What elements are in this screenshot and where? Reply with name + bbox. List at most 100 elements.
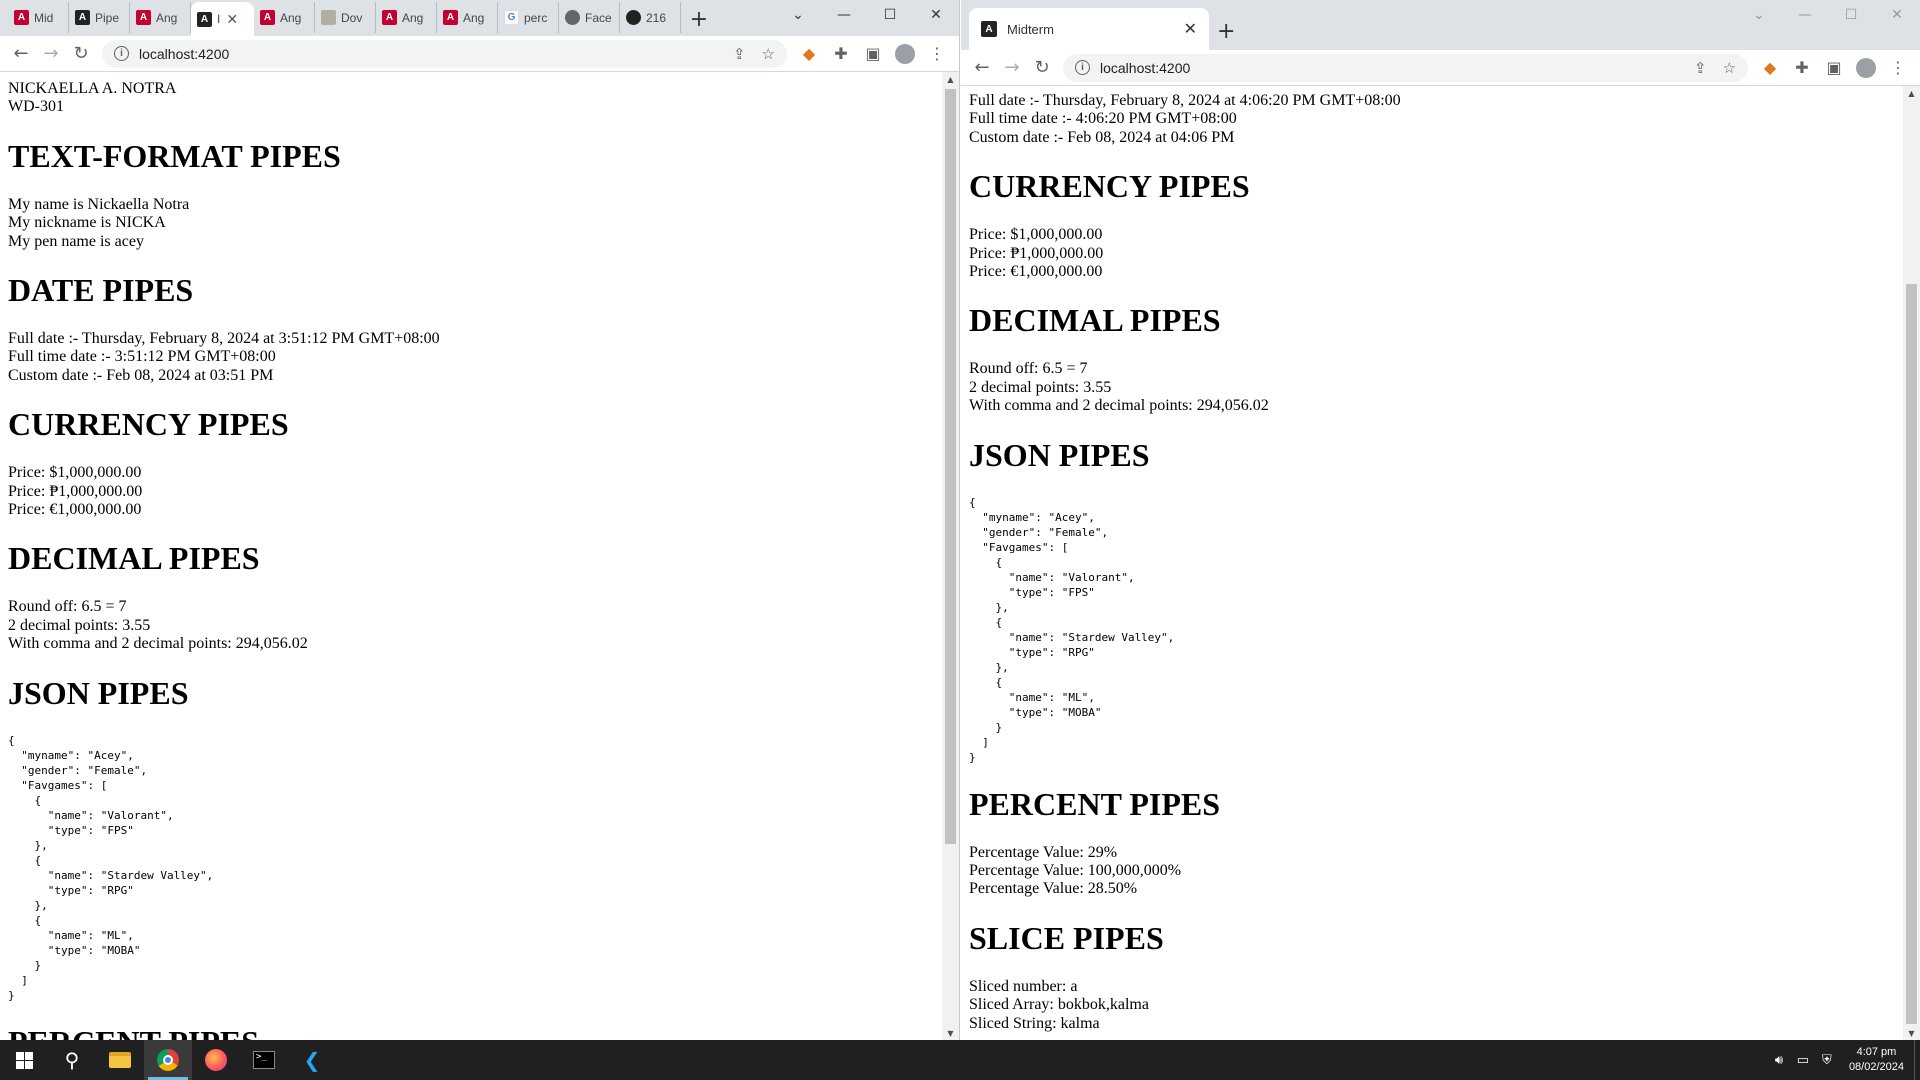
maximize-button[interactable]: ☐ xyxy=(1828,0,1874,30)
bookmark-star-icon[interactable]: ☆ xyxy=(1723,59,1736,77)
google-tab-icon: G xyxy=(504,10,519,25)
browser-tab[interactable]: A Ang xyxy=(254,2,315,33)
angular-tab-icon: A xyxy=(14,10,29,25)
close-window-button[interactable]: ✕ xyxy=(913,0,959,30)
angular-tab-icon: A xyxy=(197,11,212,27)
section-heading: CURRENCY PIPES xyxy=(969,168,1250,205)
back-button[interactable]: ← xyxy=(967,53,997,83)
bookmark-star-icon[interactable]: ☆ xyxy=(762,45,775,63)
scroll-down-arrow[interactable]: ▼ xyxy=(942,1026,959,1040)
chrome-button[interactable] xyxy=(144,1040,192,1080)
scroll-thumb[interactable] xyxy=(945,89,956,844)
new-tab-button[interactable]: + xyxy=(681,2,717,36)
profile-avatar-icon[interactable] xyxy=(889,39,921,69)
browser-tab[interactable]: 216 xyxy=(620,2,681,33)
browser-tab[interactable]: A Ang xyxy=(437,2,498,33)
clock-time: 4:07 pm xyxy=(1856,1046,1897,1058)
browser-tab[interactable]: A I ✕ xyxy=(191,2,254,36)
show-desktop-button[interactable] xyxy=(1914,1040,1920,1080)
section-heading: DECIMAL PIPES xyxy=(969,302,1221,339)
tab-search-icon[interactable]: ⌄ xyxy=(1736,0,1782,30)
back-button[interactable]: ← xyxy=(6,39,36,69)
start-button[interactable] xyxy=(0,1040,48,1080)
window-controls: ⌄ — ☐ ✕ xyxy=(1736,0,1920,30)
vertical-scrollbar[interactable]: ▲ ▼ xyxy=(1903,86,1920,1040)
close-window-button[interactable]: ✕ xyxy=(1874,0,1920,30)
section-line: My pen name is acey xyxy=(8,232,144,250)
browser-tab[interactable]: A Ang xyxy=(130,2,191,33)
search-button[interactable]: ⚲ xyxy=(48,1040,96,1080)
browser-tab[interactable]: Gperc xyxy=(498,2,559,33)
vscode-button[interactable]: ❮ xyxy=(288,1040,336,1080)
menu-kebab-icon[interactable]: ⋮ xyxy=(1882,53,1914,83)
metamask-extension-icon[interactable]: ◆ xyxy=(1754,53,1786,83)
vertical-scrollbar[interactable]: ▲ ▼ xyxy=(942,72,959,1040)
section-heading: JSON PIPES xyxy=(969,436,1150,473)
section-line: With comma and 2 decimal points: 294,056… xyxy=(8,635,308,653)
reload-button[interactable]: ↻ xyxy=(66,39,96,69)
close-tab-icon[interactable]: ✕ xyxy=(1184,19,1197,39)
section-heading: DECIMAL PIPES xyxy=(8,540,260,577)
browser-tab[interactable]: Face xyxy=(559,2,620,33)
site-info-icon[interactable]: i xyxy=(1075,60,1090,75)
file-explorer-button[interactable] xyxy=(96,1040,144,1080)
page-content: NICKAELLA A. NOTRA WD-301 TEXT-FORMAT PI… xyxy=(0,72,959,1040)
angular-tab-icon: A xyxy=(136,10,151,25)
browser-tab[interactable]: A Ang xyxy=(376,2,437,33)
system-tray: 🔊︎ ▭ ⛨ 4:07 pm 08/02/2024 xyxy=(1767,1040,1920,1080)
section-heading: JSON PIPES xyxy=(8,674,189,711)
network-icon[interactable]: ▭ xyxy=(1791,1052,1815,1068)
minimize-button[interactable]: — xyxy=(821,0,867,30)
right-browser-window: A Midterm ✕ + ⌄ — ☐ ✕ ← → ↻ i localhost:… xyxy=(961,0,1920,1040)
tab-label: Mid xyxy=(34,10,54,25)
student-name: NICKAELLA A. NOTRA xyxy=(8,80,177,97)
section-heading-cut: PERCENT PIPES xyxy=(8,1024,951,1040)
menu-kebab-icon[interactable]: ⋮ xyxy=(921,39,953,69)
full-date-line: Full date :- Thursday, February 8, 2024 … xyxy=(969,92,1401,109)
section-heading: PERCENT PIPES xyxy=(969,785,1221,822)
forward-button[interactable]: → xyxy=(997,53,1027,83)
scroll-up-arrow[interactable]: ▲ xyxy=(1903,86,1920,100)
url-text: localhost:4200 xyxy=(139,45,230,62)
share-icon[interactable]: ⇪ xyxy=(733,45,746,63)
tab-search-icon[interactable]: ⌄ xyxy=(775,0,821,30)
security-shield-icon[interactable]: ⛨ xyxy=(1815,1052,1839,1068)
scroll-down-arrow[interactable]: ▼ xyxy=(1903,1026,1920,1040)
forward-button[interactable]: → xyxy=(36,39,66,69)
browser-tab[interactable]: Dov xyxy=(315,2,376,33)
tab-label: Pipe xyxy=(95,10,120,25)
side-panel-icon[interactable]: ▣ xyxy=(1818,53,1850,83)
share-icon[interactable]: ⇪ xyxy=(1694,59,1707,77)
side-panel-icon[interactable]: ▣ xyxy=(857,39,889,69)
extensions-puzzle-icon[interactable]: ✚ xyxy=(825,39,857,69)
section-line: Sliced Array: bokbok,kalma xyxy=(969,996,1149,1014)
address-bar[interactable]: i localhost:4200 ⇪ ☆ xyxy=(102,39,787,68)
reload-button[interactable]: ↻ xyxy=(1027,53,1057,83)
terminal-button[interactable]: >_ xyxy=(240,1040,288,1080)
new-tab-button[interactable]: + xyxy=(1217,19,1235,44)
section-line: Sliced String: kalma xyxy=(969,1014,1100,1032)
browser-tab[interactable]: A Mid xyxy=(8,2,69,33)
minimize-button[interactable]: — xyxy=(1782,0,1828,30)
site-info-icon[interactable]: i xyxy=(114,46,129,61)
extensions-puzzle-icon[interactable]: ✚ xyxy=(1786,53,1818,83)
tab-title: Midterm xyxy=(1007,21,1054,37)
volume-icon[interactable]: 🔊︎ xyxy=(1767,1052,1791,1068)
url-text: localhost:4200 xyxy=(1100,59,1191,76)
browser-tab[interactable]: A Pipe xyxy=(69,2,130,33)
maximize-button[interactable]: ☐ xyxy=(867,0,913,30)
browser-toolbar: ← → ↻ i localhost:4200 ⇪ ☆ ◆ ✚ ▣ ⋮ xyxy=(0,36,959,72)
tab-label: Ang xyxy=(156,10,178,25)
clock[interactable]: 4:07 pm 08/02/2024 xyxy=(1839,1045,1914,1075)
firefox-button[interactable] xyxy=(192,1040,240,1080)
tab-midterm[interactable]: A Midterm ✕ xyxy=(969,8,1209,50)
metamask-extension-icon[interactable]: ◆ xyxy=(793,39,825,69)
globe-tab-icon xyxy=(565,10,580,25)
scroll-thumb[interactable] xyxy=(1906,284,1917,1024)
tab-strip: A Mid A Pipe A Ang A I ✕ A Ang Dov A Ang A Ang Gperc Face… xyxy=(0,0,959,36)
close-tab-icon[interactable]: ✕ xyxy=(226,11,238,28)
scroll-up-arrow[interactable]: ▲ xyxy=(942,72,959,86)
section-line: With comma and 2 decimal points: 294,056… xyxy=(969,397,1269,415)
address-bar[interactable]: i localhost:4200 ⇪ ☆ xyxy=(1063,53,1748,82)
profile-avatar-icon[interactable] xyxy=(1850,53,1882,83)
